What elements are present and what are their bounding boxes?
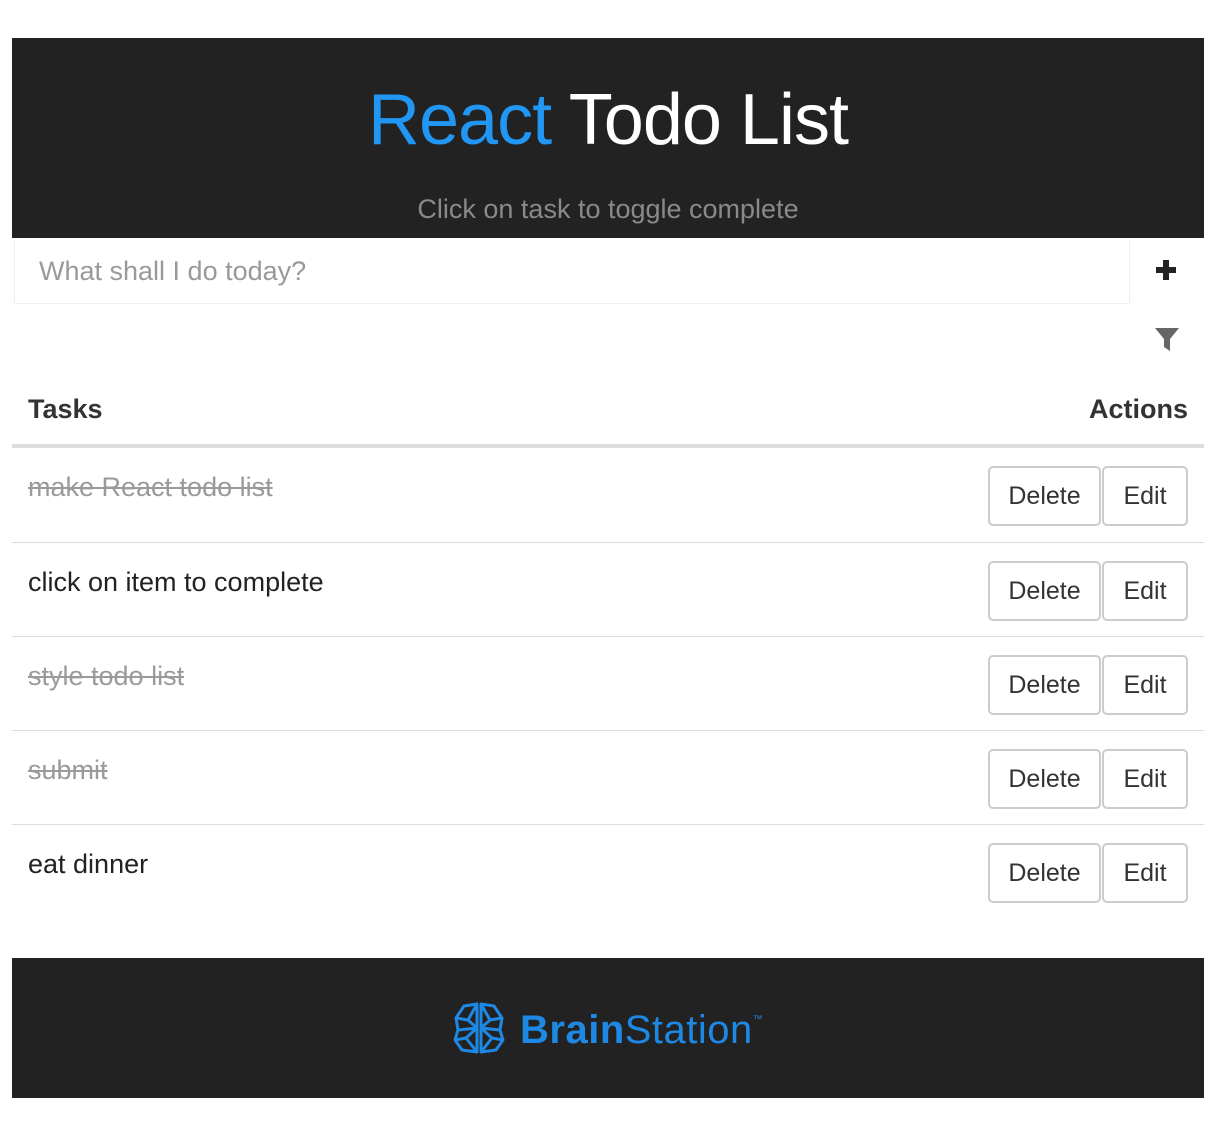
title-rest: Todo List <box>551 80 849 160</box>
column-header-tasks: Tasks <box>28 394 103 424</box>
page-header: React Todo List Click on task to toggle … <box>12 38 1204 238</box>
brain-icon <box>452 1000 506 1061</box>
todo-app: React Todo List Click on task to toggle … <box>12 38 1204 1098</box>
delete-button[interactable]: Delete <box>988 655 1101 715</box>
edit-button[interactable]: Edit <box>1102 843 1188 903</box>
brand-light: Station <box>624 1007 753 1052</box>
column-header-actions: Actions <box>1088 394 1188 424</box>
brand-bold: Brain <box>520 1007 625 1052</box>
page-title: React Todo List <box>12 78 1204 162</box>
brainstation-logo: BrainStation™ <box>452 1000 763 1060</box>
page-footer: BrainStation™ <box>12 958 1204 1098</box>
filter-icon[interactable] <box>1154 326 1180 354</box>
edit-button[interactable]: Edit <box>1102 749 1188 809</box>
trademark-mark: ™ <box>752 1013 764 1025</box>
task-text[interactable]: click on item to complete <box>28 567 324 598</box>
task-row[interactable]: click on item to complete Delete Edit <box>12 542 1204 636</box>
delete-button[interactable]: Delete <box>988 843 1101 903</box>
task-row[interactable]: eat dinner Delete Edit <box>12 824 1204 918</box>
edit-button[interactable]: Edit <box>1102 655 1188 715</box>
title-accent: React <box>368 80 552 160</box>
task-text[interactable]: eat dinner <box>28 849 148 880</box>
table-header: Tasks Actions <box>12 394 1204 448</box>
plus-icon[interactable] <box>1150 254 1182 286</box>
page-subtitle: Click on task to toggle complete <box>417 194 799 224</box>
edit-button[interactable]: Edit <box>1102 466 1188 526</box>
task-text[interactable]: make React todo list <box>28 472 273 503</box>
new-task-input[interactable] <box>14 240 1130 304</box>
edit-button[interactable]: Edit <box>1102 561 1188 621</box>
task-text[interactable]: style todo list <box>28 661 184 692</box>
task-row[interactable]: make React todo list Delete Edit <box>12 448 1204 542</box>
task-list: make React todo list Delete Edit click o… <box>12 448 1204 918</box>
delete-button[interactable]: Delete <box>988 466 1101 526</box>
task-row[interactable]: style todo list Delete Edit <box>12 636 1204 730</box>
task-text[interactable]: submit <box>28 755 108 786</box>
delete-button[interactable]: Delete <box>988 561 1101 621</box>
brand-name: BrainStation™ <box>520 1008 763 1053</box>
task-row[interactable]: submit Delete Edit <box>12 730 1204 824</box>
new-task-row <box>12 238 1204 304</box>
delete-button[interactable]: Delete <box>988 749 1101 809</box>
